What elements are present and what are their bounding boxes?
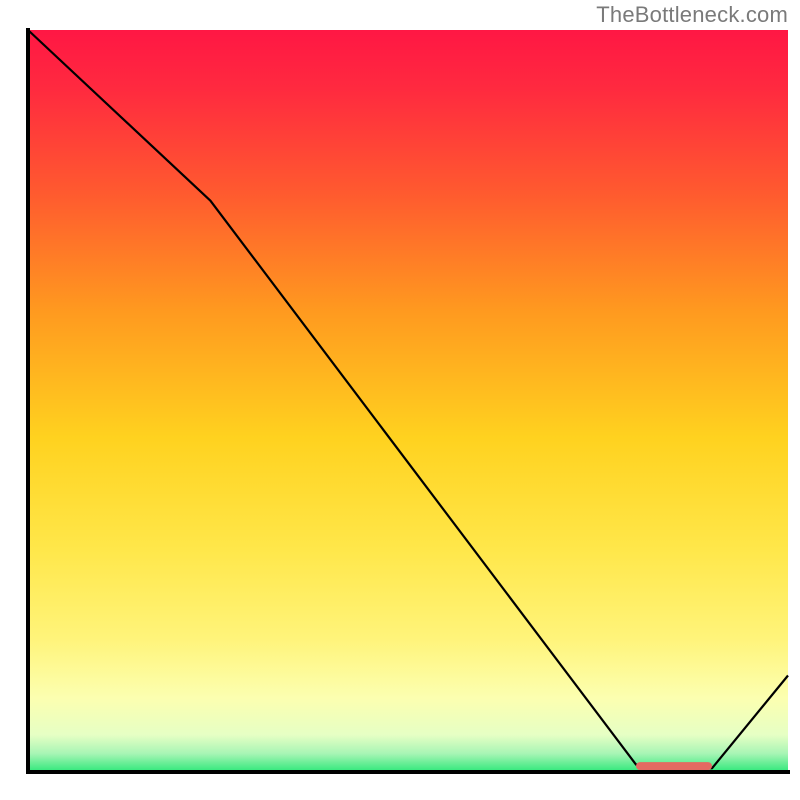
chart-container: TheBottleneck.com — [0, 0, 800, 800]
bottleneck-chart — [0, 0, 800, 800]
gradient-background — [28, 30, 788, 772]
optimal-marker — [636, 762, 712, 770]
